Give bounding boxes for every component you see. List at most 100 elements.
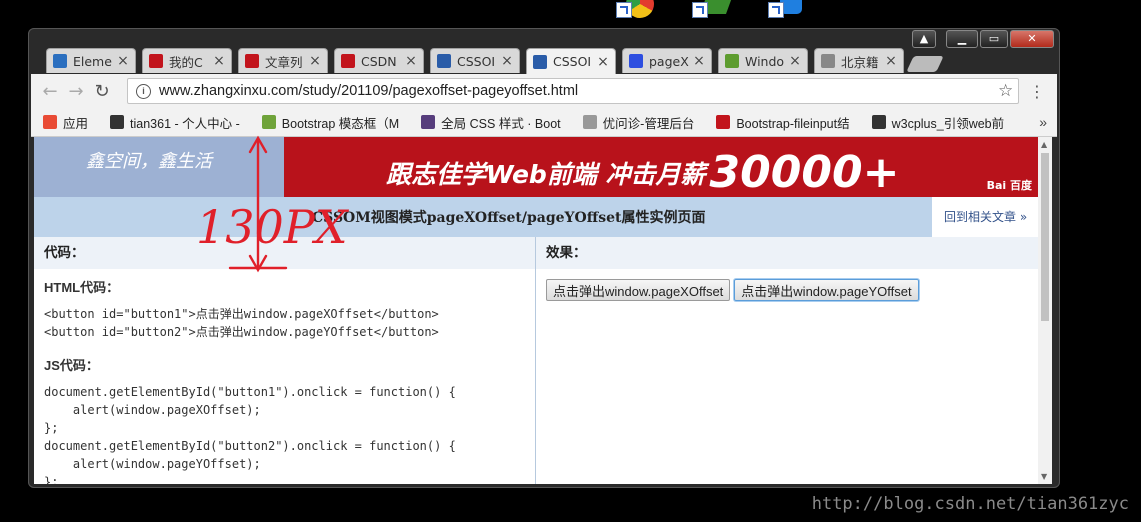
back-to-article-link[interactable]: 回到相关文章 »	[932, 197, 1038, 237]
bookmark-item[interactable]: 优问诊-管理后台	[571, 113, 705, 132]
scrollbar-thumb[interactable]	[1041, 153, 1049, 321]
minimize-button[interactable]: ▁	[946, 30, 978, 48]
w3c-icon	[871, 115, 886, 129]
tab-close-icon[interactable]: ×	[693, 53, 705, 69]
scroll-up-icon[interactable]: ▲	[1041, 140, 1047, 149]
tab-close-icon[interactable]: ×	[501, 53, 513, 69]
app-desktop-icon[interactable]	[692, 0, 736, 20]
tab-4[interactable]: CSSOI ×	[430, 48, 520, 73]
tab-close-icon[interactable]: ×	[405, 53, 417, 69]
bookmark-item[interactable]: 全局 CSS 样式 · Boot	[409, 113, 570, 132]
address-bar[interactable]: i www.zhangxinxu.com/study/201109/pagexo…	[127, 78, 1019, 104]
bookmarks-more-icon[interactable]: »	[1039, 114, 1047, 130]
code-line: alert(window.pageYOffset);	[44, 457, 261, 471]
tab-label: CSDN	[361, 53, 397, 69]
page-y-offset-button[interactable]: 点击弹出window.pageYOffset	[734, 279, 919, 301]
bookmark-item[interactable]: 应用	[31, 113, 98, 132]
code-panel: HTML代码： <button id="button1">点击弹出window.…	[44, 279, 524, 484]
code-line: alert(window.pageXOffset);	[44, 403, 261, 417]
info-icon[interactable]: i	[136, 83, 151, 99]
page-viewport: 鑫空间，鑫生活 跟志佳学Web前端 冲击月薪30000+ Bai 百度 CSSO…	[34, 137, 1038, 484]
bookmark-item[interactable]: tian361 - 个人中心 -	[98, 113, 250, 132]
tab-2[interactable]: 文章列 ×	[238, 48, 328, 73]
page-title: CSSOM视图模式pageXOffset/pageYOffset属性实例页面	[312, 210, 706, 226]
tab-3[interactable]: CSDN ×	[334, 48, 424, 73]
bookmark-label: 优问诊-管理后台	[602, 116, 695, 131]
site-banner: 鑫空间，鑫生活 跟志佳学Web前端 冲击月薪30000+ Bai 百度	[34, 137, 1038, 198]
tab-label: Windo	[745, 53, 785, 69]
tab-label: pageX	[649, 53, 689, 69]
bookmark-item[interactable]: Bootstrap 模态框（M	[250, 113, 409, 132]
banner-ad-salary: 30000+	[709, 147, 900, 198]
tab-0[interactable]: Eleme ×	[46, 48, 136, 73]
page-icon	[582, 115, 597, 129]
close-window-button[interactable]: ✕	[1010, 30, 1054, 48]
reload-icon[interactable]: ↻	[89, 81, 115, 102]
tab-6[interactable]: pageX ×	[622, 48, 712, 73]
tab-7[interactable]: Windo ×	[718, 48, 808, 73]
watermark: http://blog.csdn.net/tian361zyc	[811, 494, 1129, 514]
tab-1[interactable]: 我的C ×	[142, 48, 232, 73]
bookmark-label: Bootstrap 模态框（M	[281, 116, 400, 131]
baidu-logo: Bai 百度	[986, 179, 1032, 192]
code-line: <button id="button2">点击弹出window.pageYOff…	[44, 325, 439, 339]
code-header: 代码：	[34, 237, 535, 269]
menu-icon[interactable]: ⋮	[1029, 82, 1045, 101]
app-desktop-icon-2[interactable]	[768, 0, 812, 20]
tab-label: 我的C	[169, 54, 203, 70]
banner-ad-text: 跟志佳学Web前端 冲击月薪	[386, 160, 706, 189]
new-tab-button[interactable]	[906, 56, 944, 72]
bookmark-item[interactable]: Bootstrap-fileinput结	[704, 113, 859, 132]
eye-icon	[725, 54, 739, 68]
tab-close-icon[interactable]: ×	[789, 53, 801, 69]
maximize-button[interactable]: ▭	[980, 30, 1008, 48]
page-icon	[821, 54, 835, 68]
browser-window: ▲ ▁ ▭ ✕ Eleme × 我的C × 文章列 × CSDN × CSSOI × CSSOI × p…	[28, 28, 1060, 488]
tab-label: CSSOI	[457, 53, 496, 69]
bookmark-star-icon[interactable]: ☆	[998, 81, 1018, 101]
banner-ad[interactable]: 跟志佳学Web前端 冲击月薪30000+	[386, 147, 900, 198]
scroll-down-icon[interactable]: ▼	[1041, 472, 1047, 481]
tab-label: 北京籍	[841, 54, 879, 70]
grid-icon	[437, 54, 451, 68]
bookmark-label: 应用	[63, 116, 89, 131]
site-logo[interactable]: 鑫空间，鑫生活	[34, 137, 284, 197]
tab-close-icon[interactable]: ×	[213, 53, 225, 69]
effect-header: 效果：	[536, 237, 1038, 269]
forward-icon[interactable]: →	[63, 81, 89, 102]
url-text[interactable]: www.zhangxinxu.com/study/201109/pagexoff…	[159, 83, 998, 99]
tab-close-icon[interactable]: ×	[885, 53, 897, 69]
tab-5[interactable]: CSSOI ×	[526, 48, 616, 74]
tab-close-icon[interactable]: ×	[597, 54, 609, 70]
paw-icon	[629, 54, 643, 68]
bootstrap-icon	[261, 115, 276, 129]
column-divider	[535, 237, 536, 484]
chrome-desktop-icon[interactable]	[616, 0, 660, 20]
bookmarks-bar: 应用 tian361 - 个人中心 - Bootstrap 模态框（M 全局 CSS …	[31, 108, 1057, 137]
vertical-scrollbar[interactable]: ▲ ▼	[1038, 137, 1052, 484]
user-icon	[110, 115, 125, 129]
html-code-label: HTML代码：	[44, 280, 120, 295]
csdn-icon	[341, 54, 355, 68]
csdn-icon	[245, 54, 259, 68]
bookmark-item[interactable]: w3cplus_引领web前	[860, 113, 1015, 132]
bookmark-label: tian361 - 个人中心 -	[130, 116, 240, 131]
page-titlebar: CSSOM视图模式pageXOffset/pageYOffset属性实例页面 回…	[34, 197, 1038, 237]
demo-buttons: 点击弹出window.pageXOffset 点击弹出window.pageYO…	[546, 279, 919, 301]
user-profile-icon[interactable]: ▲	[912, 30, 936, 48]
back-icon[interactable]: ←	[37, 81, 63, 102]
code-line: };	[44, 475, 59, 484]
tab-label: CSSOI	[553, 54, 592, 69]
tab-8[interactable]: 北京籍 ×	[814, 48, 904, 73]
tab-close-icon[interactable]: ×	[117, 53, 129, 69]
js-code-label: JS代码：	[44, 358, 99, 373]
csdn-icon	[149, 54, 163, 68]
browser-toolbar: ← → ↻ i www.zhangxinxu.com/study/201109/…	[31, 74, 1057, 108]
window-controls: ▲ ▁ ▭ ✕	[912, 30, 1054, 48]
element-icon	[53, 54, 67, 68]
bookmark-label: 全局 CSS 样式 · Boot	[441, 116, 561, 131]
page-x-offset-button[interactable]: 点击弹出window.pageXOffset	[546, 279, 731, 301]
tab-close-icon[interactable]: ×	[309, 53, 321, 69]
bookmark-label: w3cplus_引领web前	[891, 116, 1005, 131]
code-line: <button id="button1">点击弹出window.pageXOff…	[44, 307, 439, 321]
